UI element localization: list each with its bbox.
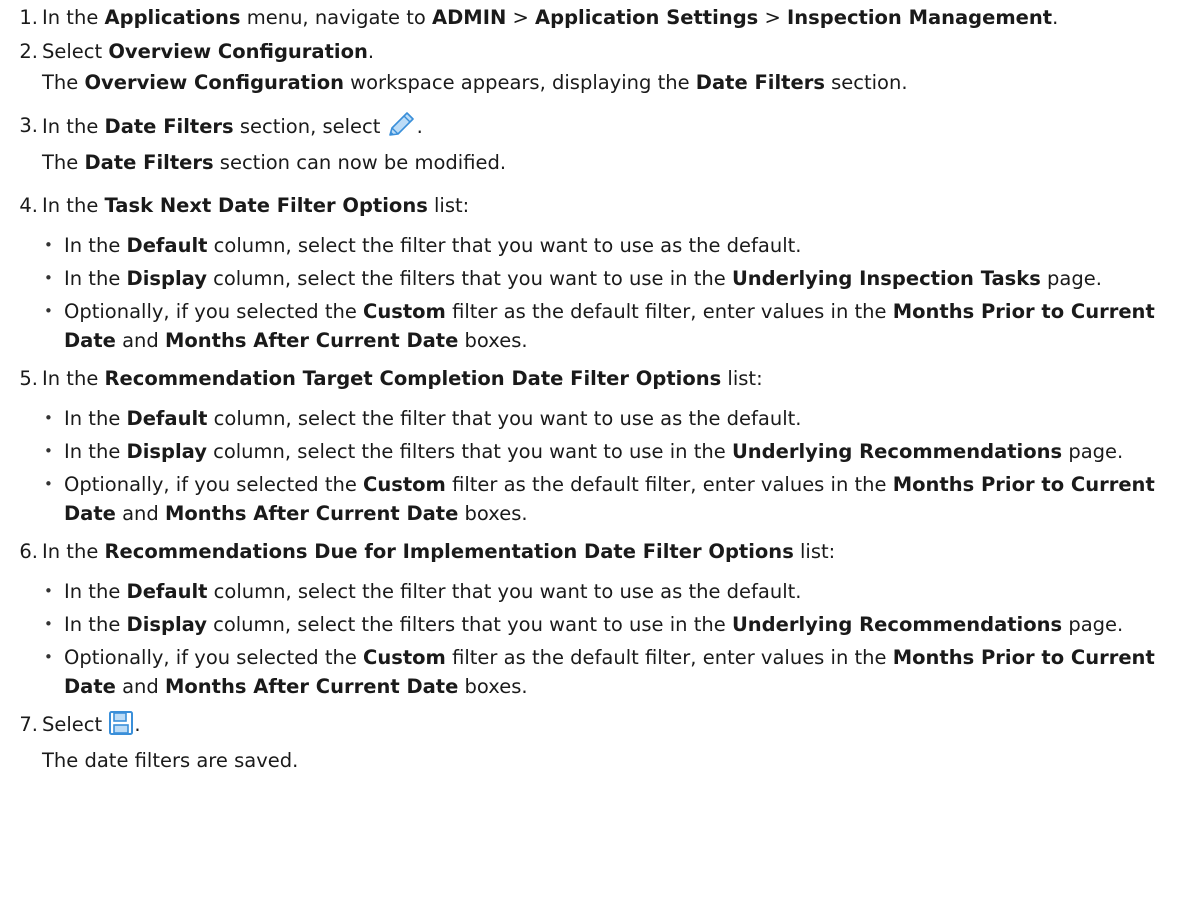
step-text: . bbox=[416, 115, 423, 138]
step-text: In the bbox=[42, 115, 105, 138]
bullet-list: In the Default column, select the filter… bbox=[42, 231, 1184, 355]
step-number: 4 bbox=[0, 190, 38, 221]
list-item: Optionally, if you selected the Custom f… bbox=[42, 470, 1184, 528]
step-text: . bbox=[134, 713, 141, 736]
pencil-icon bbox=[387, 110, 417, 147]
step-result: The Date Filters section can now be modi… bbox=[42, 151, 507, 174]
list-item: In the Display column, select the filter… bbox=[42, 264, 1184, 293]
ui-term: Application Settings bbox=[535, 6, 759, 29]
ui-term: ADMIN bbox=[432, 6, 507, 29]
list-item: Optionally, if you selected the Custom f… bbox=[42, 297, 1184, 355]
step-text: In the bbox=[42, 540, 105, 563]
list-item: Optionally, if you selected the Custom f… bbox=[42, 643, 1184, 701]
step-text: list: bbox=[793, 540, 836, 563]
step-result: The date filters are saved. bbox=[42, 749, 299, 772]
list-item: In the Display column, select the filter… bbox=[42, 610, 1184, 639]
step-text: section, select bbox=[233, 115, 387, 138]
list-item: In the Default column, select the filter… bbox=[42, 231, 1184, 260]
procedure: 1 In the Applications menu, navigate to … bbox=[0, 0, 1184, 915]
ui-term: Recommendation Target Completion Date Fi… bbox=[104, 367, 722, 390]
bullet-list: In the Default column, select the filter… bbox=[42, 577, 1184, 701]
step-number: 3 bbox=[0, 110, 38, 141]
step-2: 2 Select Overview Configuration. The Ove… bbox=[0, 36, 1184, 98]
step-6: 6 In the Recommendations Due for Impleme… bbox=[0, 536, 1184, 701]
ui-term: Overview Configuration bbox=[108, 40, 368, 63]
ui-term: Inspection Management bbox=[787, 6, 1053, 29]
step-number: 1 bbox=[0, 2, 38, 33]
list-item: In the Display column, select the filter… bbox=[42, 437, 1184, 466]
step-text: list: bbox=[427, 194, 470, 217]
step-text: In the bbox=[42, 6, 105, 29]
step-text: Select bbox=[42, 40, 109, 63]
step-4: 4 In the Task Next Date Filter Options l… bbox=[0, 190, 1184, 355]
list-item: In the Default column, select the filter… bbox=[42, 577, 1184, 606]
step-text: menu, navigate to bbox=[240, 6, 433, 29]
list-item: In the Default column, select the filter… bbox=[42, 404, 1184, 433]
ui-term: Task Next Date Filter Options bbox=[104, 194, 428, 217]
step-text: In the bbox=[42, 194, 105, 217]
step-text: > bbox=[758, 6, 788, 29]
ui-term: Recommendations Due for Implementation D… bbox=[104, 540, 794, 563]
bullet-list: In the Default column, select the filter… bbox=[42, 404, 1184, 528]
step-text: . bbox=[1052, 6, 1059, 29]
step-text: Select bbox=[42, 713, 109, 736]
step-result: The Overview Configuration workspace app… bbox=[42, 71, 908, 94]
step-number: 2 bbox=[0, 36, 38, 67]
step-3: 3 In the Date Filters section, select . … bbox=[0, 110, 1184, 178]
save-icon bbox=[108, 710, 134, 745]
step-text: list: bbox=[721, 367, 763, 390]
step-1: 1 In the Applications menu, navigate to … bbox=[0, 2, 1184, 33]
step-text: In the bbox=[42, 367, 105, 390]
step-text: . bbox=[367, 40, 375, 63]
step-7: 7 Select . The date filters are saved. bbox=[0, 709, 1184, 776]
step-number: 6 bbox=[0, 536, 38, 567]
step-number: 5 bbox=[0, 363, 38, 394]
step-5: 5 In the Recommendation Target Completio… bbox=[0, 363, 1184, 528]
step-text: > bbox=[506, 6, 536, 29]
ui-term: Applications bbox=[104, 6, 241, 29]
ui-term: Date Filters bbox=[104, 115, 234, 138]
step-number: 7 bbox=[0, 709, 38, 740]
